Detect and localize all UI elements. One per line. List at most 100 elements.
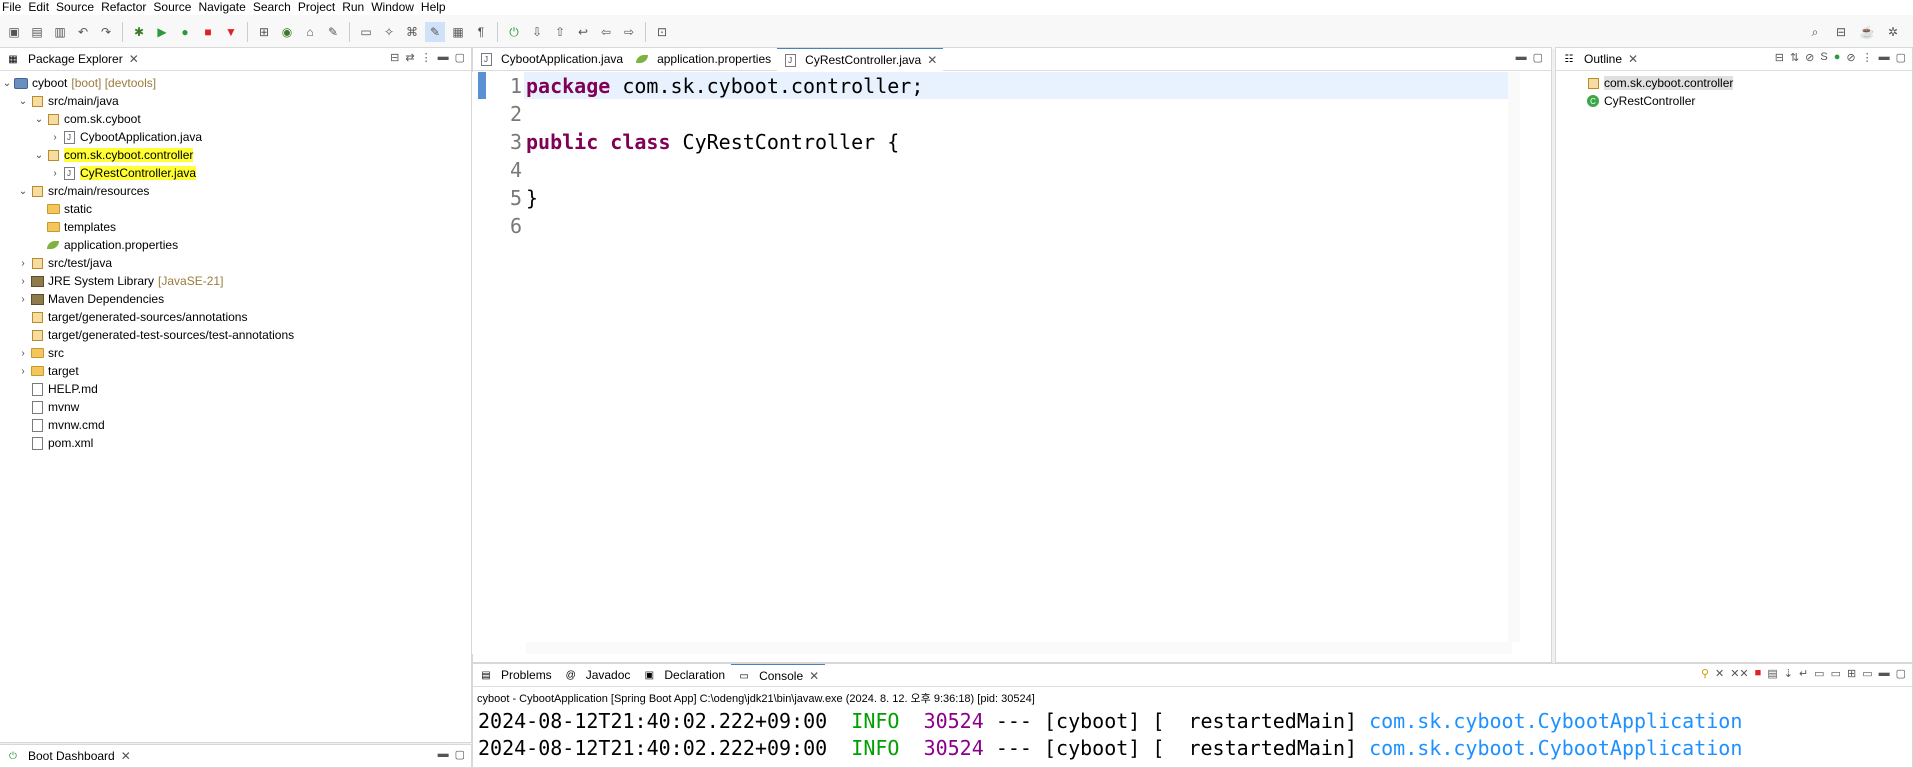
next-annotation-icon[interactable]: ⇩ (527, 22, 547, 42)
debug-perspective-icon[interactable]: ✲ (1883, 22, 1903, 42)
maximize-icon[interactable]: ▢ (455, 51, 465, 64)
boot-dashboard-tab[interactable]: ⏻ Boot Dashboard ✕ (0, 745, 137, 767)
last-edit-icon[interactable]: ↩ (573, 22, 593, 42)
editor-tab[interactable]: application.properties (629, 48, 777, 70)
relaunch-icon[interactable]: ▼ (221, 22, 241, 42)
tree-item[interactable]: › src (0, 344, 471, 362)
collapse-toggle-icon[interactable]: › (16, 294, 30, 305)
expand-toggle-icon[interactable]: ⌄ (0, 78, 14, 89)
expand-toggle-icon[interactable]: ⌄ (16, 96, 30, 107)
new-java-project-icon[interactable]: ⊞ (254, 22, 274, 42)
outline-item[interactable]: com.sk.cyboot.controller (1556, 74, 1912, 92)
hide-nonpublic-icon[interactable]: ● (1834, 51, 1841, 64)
pin-console-icon[interactable]: ⚲ (1701, 667, 1709, 680)
sort-icon[interactable]: ⇅ (1790, 51, 1799, 64)
collapse-toggle-icon[interactable]: › (48, 132, 62, 143)
maximize-icon[interactable]: ▢ (455, 748, 465, 761)
back-icon[interactable]: ⇦ (596, 22, 616, 42)
maximize-icon[interactable]: ▢ (1896, 667, 1906, 680)
search-icon[interactable]: ⌕ (1805, 22, 1825, 42)
tree-item[interactable]: › JRE System Library [JavaSE-21] (0, 272, 471, 290)
collapse-all-icon[interactable]: ⊟ (1775, 51, 1784, 64)
menu-refactor[interactable]: Refactor (99, 0, 151, 15)
minimize-icon[interactable]: ▬ (1879, 667, 1890, 680)
new-class-icon[interactable]: ◉ (277, 22, 297, 42)
tree-item[interactable]: mvnw (0, 398, 471, 416)
spring-icon[interactable]: ⏻ (504, 22, 524, 42)
tree-item[interactable]: target/generated-test-sources/test-annot… (0, 326, 471, 344)
hide-local-types-icon[interactable]: ⊘ (1846, 51, 1855, 64)
terminal-icon[interactable]: ▭ (356, 22, 376, 42)
hide-static-icon[interactable]: S (1820, 51, 1827, 64)
tree-item[interactable]: target/generated-sources/annotations (0, 308, 471, 326)
minimize-icon[interactable]: ▬ (1879, 51, 1890, 64)
link-icon[interactable]: ⌘ (402, 22, 422, 42)
close-icon[interactable]: ✕ (1628, 52, 1638, 66)
scroll-lock-icon[interactable]: ⇣ (1784, 667, 1793, 680)
hide-fields-icon[interactable]: ⊘ (1805, 51, 1814, 64)
open-type-icon[interactable]: ⌂ (300, 22, 320, 42)
close-icon[interactable]: ✕ (121, 749, 131, 763)
expand-toggle-icon[interactable]: ⌄ (32, 114, 46, 125)
new-icon[interactable]: ▣ (4, 22, 24, 42)
outline-item[interactable]: C CyRestController (1556, 92, 1912, 110)
tree-item[interactable]: › J CybootApplication.java (0, 128, 471, 146)
show-stderr-icon[interactable]: ▭ (1831, 667, 1841, 680)
terminate-icon[interactable]: ✕ (1715, 667, 1724, 680)
redo-icon[interactable]: ↷ (96, 22, 116, 42)
word-wrap-icon[interactable]: ↵ (1799, 667, 1808, 680)
tree-item[interactable]: static (0, 200, 471, 218)
maximize-icon[interactable]: ▢ (1896, 51, 1906, 64)
menu-navigate[interactable]: Navigate (196, 0, 250, 15)
debug-icon[interactable]: ✱ (129, 22, 149, 42)
tab-problems[interactable]: ▤ Problems (473, 664, 558, 686)
menu-source[interactable]: Source (151, 0, 196, 15)
search-toolbar-icon[interactable]: ✎ (323, 22, 343, 42)
perspective-icon[interactable]: ⊟ (1831, 22, 1851, 42)
vertical-scrollbar[interactable] (1508, 72, 1520, 642)
save-icon[interactable]: ▤ (27, 22, 47, 42)
tree-item[interactable]: HELP.md (0, 380, 471, 398)
display-console-icon[interactable]: ▭ (1862, 667, 1872, 680)
outline-tab[interactable]: ☷ Outline ✕ (1556, 48, 1645, 70)
run-external-icon[interactable]: ● (175, 22, 195, 42)
stop-icon[interactable]: ■ (198, 22, 218, 42)
tree-item[interactable]: mvnw.cmd (0, 416, 471, 434)
prev-annotation-icon[interactable]: ⇧ (550, 22, 570, 42)
tree-item[interactable]: ⌄ com.sk.cyboot.controller (0, 146, 471, 164)
menu-search[interactable]: Search (251, 0, 296, 15)
remove-all-icon[interactable]: ✕✕ (1730, 667, 1748, 680)
menu-file[interactable]: File (0, 0, 26, 15)
collapse-toggle-icon[interactable]: › (16, 276, 30, 287)
whitespace-icon[interactable]: ¶ (471, 22, 491, 42)
tab-declaration[interactable]: ▣ Declaration (636, 664, 731, 686)
tree-item[interactable]: application.properties (0, 236, 471, 254)
tree-item[interactable]: › target (0, 362, 471, 380)
tree-item[interactable]: ⌄ src/main/java (0, 92, 471, 110)
link-editor-icon[interactable]: ⇄ (405, 51, 414, 64)
minimize-icon[interactable]: ▬ (438, 51, 449, 64)
tree-item[interactable]: ⌄ cyboot [boot] [devtools] (0, 74, 471, 92)
close-icon[interactable]: ✕ (129, 52, 139, 66)
view-menu-icon[interactable]: ⋮ (421, 51, 432, 64)
undo-icon[interactable]: ↶ (73, 22, 93, 42)
expand-toggle-icon[interactable]: ⌄ (16, 186, 30, 197)
save-all-icon[interactable]: ▥ (50, 22, 70, 42)
menu-edit[interactable]: Edit (26, 0, 54, 15)
editor-tab[interactable]: J CybootApplication.java (473, 48, 629, 70)
expand-toggle-icon[interactable]: ⌄ (32, 150, 46, 161)
tab-javadoc[interactable]: @ Javadoc (558, 664, 637, 686)
block-select-icon[interactable]: ▦ (448, 22, 468, 42)
menu-run[interactable]: Run (340, 0, 369, 15)
collapse-all-icon[interactable]: ⊟ (390, 51, 399, 64)
java-perspective-icon[interactable]: ☕ (1857, 22, 1877, 42)
toggle-mark-icon[interactable]: ✧ (379, 22, 399, 42)
menu-window[interactable]: Window (369, 0, 419, 15)
tree-item[interactable]: › J CyRestController.java (0, 164, 471, 182)
menu-source[interactable]: Source (54, 0, 99, 15)
tab-console[interactable]: ▭ Console ✕ (731, 664, 826, 687)
collapse-toggle-icon[interactable]: › (48, 168, 62, 179)
tree-item[interactable]: pom.xml (0, 434, 471, 452)
close-icon[interactable]: ✕ (927, 53, 937, 67)
menu-help[interactable]: Help (419, 0, 451, 15)
